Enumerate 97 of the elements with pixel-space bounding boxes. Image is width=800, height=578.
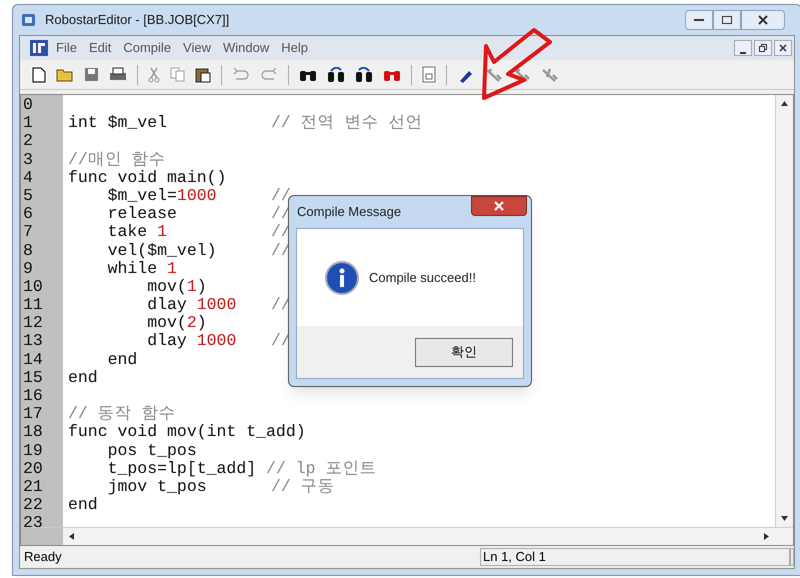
line-number: 11 (22, 296, 44, 314)
code-text: vel($m_vel) (106, 240, 217, 260)
folder-icon[interactable] (56, 67, 74, 82)
minimize-icon (740, 52, 746, 55)
code-text: take (106, 222, 148, 242)
code-text: while (106, 258, 158, 278)
code-text: pos t_pos (106, 440, 197, 460)
code-text: func void main() (68, 168, 226, 187)
code-text: jmov t_pos (106, 476, 207, 496)
line-number: 1 (22, 114, 34, 132)
line-number: 8 (22, 242, 34, 260)
close-icon (758, 15, 768, 25)
line-number: 12 (22, 314, 44, 332)
line-number: 20 (22, 460, 44, 478)
menu-item[interactable]: Edit (82, 38, 118, 58)
cursor-position: Ln 1, Col 1 (480, 548, 790, 566)
document-icon[interactable] (422, 66, 436, 83)
code-number: 2 (186, 313, 197, 332)
close-button[interactable] (741, 10, 785, 30)
menu-item[interactable]: Compile (117, 38, 178, 58)
line-number: 10 (22, 278, 44, 296)
code-number: 1 (167, 258, 177, 278)
code-text: release (106, 204, 177, 224)
code-text: end (68, 495, 98, 514)
line-number: 18 (22, 423, 44, 442)
minimize-icon (694, 18, 704, 22)
dialog-title: Compile Message (297, 203, 402, 222)
line-number: 19 (22, 442, 44, 460)
printer-icon[interactable] (109, 67, 127, 82)
line-number: 5 (22, 186, 34, 206)
menu-item[interactable]: View (177, 38, 217, 58)
line-number: 2 (22, 132, 34, 151)
code-comment: //매인 함수 (68, 150, 166, 169)
code-text: int $m_vel (68, 113, 168, 132)
clipboard-icon[interactable] (195, 66, 211, 82)
app-icon (21, 12, 37, 28)
menu-item[interactable]: Help (275, 38, 314, 58)
child-restore-button[interactable] (754, 40, 772, 56)
code-text: $m_vel= (106, 186, 177, 205)
line-number: 9 (22, 260, 34, 278)
code-text: mov( (146, 313, 187, 332)
maximize-button[interactable] (713, 10, 741, 30)
line-number: 6 (22, 205, 34, 224)
vertical-scrollbar[interactable] (775, 95, 793, 527)
code-number: 1000 (196, 295, 236, 314)
code-comment: // lp 포인트 (266, 458, 376, 478)
binoculars-icon[interactable] (355, 66, 373, 82)
line-number: 14 (22, 350, 44, 369)
menu-item[interactable]: File (50, 38, 83, 58)
wrench-icon[interactable] (513, 66, 531, 82)
code-comment: // 구동 (271, 478, 335, 496)
minimize-button[interactable] (685, 10, 713, 30)
horizontal-scrollbar[interactable] (21, 527, 793, 545)
line-number: 22 (22, 496, 44, 514)
app-icon (30, 40, 48, 56)
restore-icon (759, 44, 767, 52)
code-text: ) (196, 276, 207, 296)
line-number: 21 (22, 478, 44, 496)
wrench-icon[interactable] (485, 66, 503, 82)
code-number: 1 (186, 276, 197, 296)
code-text: dlay (146, 295, 188, 314)
code-text: t_pos=lp[t_add] (106, 458, 258, 478)
code-text: end (106, 350, 138, 369)
child-minimize-button[interactable] (734, 40, 752, 56)
menu-item[interactable]: Window (217, 38, 276, 58)
close-icon (779, 44, 787, 52)
child-close-button[interactable] (774, 40, 792, 56)
code-text: func void mov(int t_add) (68, 422, 306, 442)
code-comment: // 동작 함수 (68, 404, 176, 424)
new-file-icon[interactable] (32, 66, 46, 82)
code-number: 1000 (196, 331, 236, 350)
code-number: 1000 (176, 186, 217, 205)
line-number: 13 (22, 332, 44, 351)
line-number: 4 (22, 168, 34, 187)
window-title: RobostarEditor - [BB.JOB[CX7]] (45, 11, 230, 30)
code-comment: // (271, 186, 291, 206)
code-comment: // 전역 변수 선언 (271, 114, 423, 132)
line-number: 15 (22, 368, 44, 387)
code-text: end (68, 368, 98, 387)
line-number: 17 (22, 405, 44, 424)
info-icon (325, 260, 359, 294)
ok-button[interactable]: 확인 (415, 338, 513, 366)
close-icon (494, 201, 504, 211)
save-icon[interactable] (84, 67, 99, 82)
code-text: ) (196, 313, 207, 332)
status-message: Ready (23, 548, 63, 566)
line-number: 3 (22, 150, 34, 169)
close-button[interactable] (471, 196, 527, 216)
code-text: dlay (146, 331, 188, 350)
code-text: mov( (146, 276, 187, 296)
binoculars-icon[interactable] (327, 66, 345, 82)
line-number: 7 (22, 223, 34, 242)
maximize-icon (722, 16, 732, 24)
line-number: 16 (22, 387, 44, 406)
line-number: 0 (22, 96, 34, 114)
dialog-message: Compile succeed!! (369, 268, 476, 287)
code-number: 1 (157, 222, 168, 242)
